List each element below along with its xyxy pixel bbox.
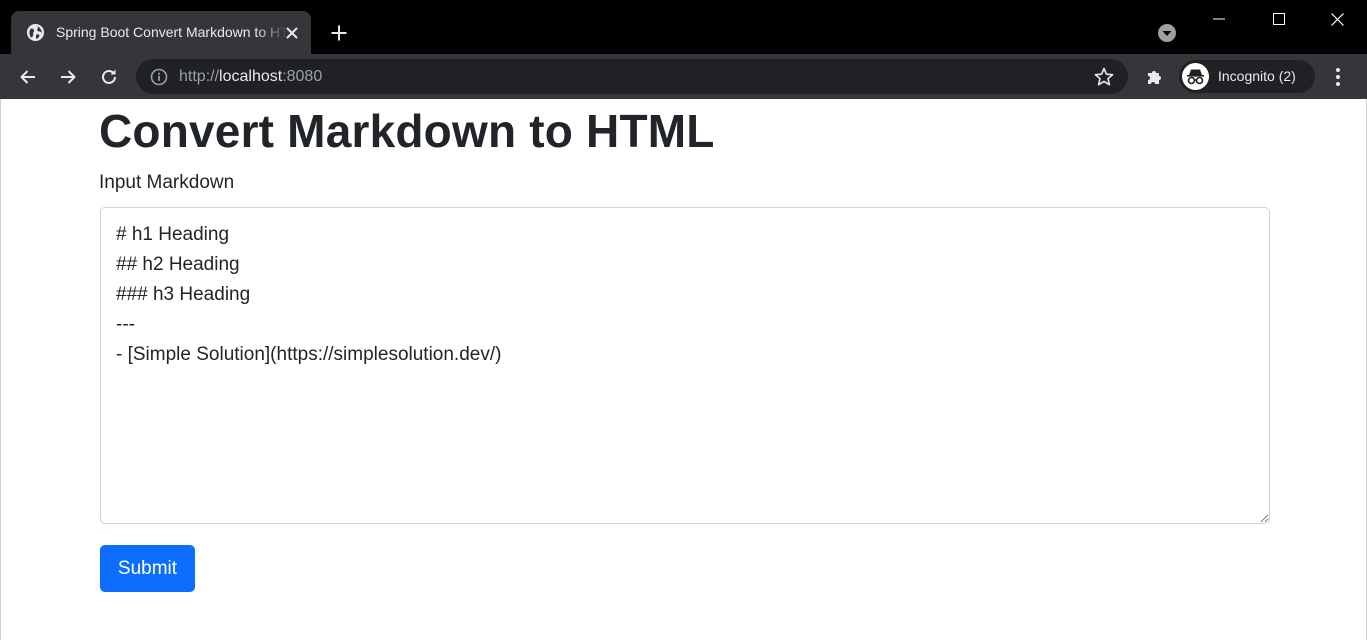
page-title: Convert Markdown to HTML xyxy=(99,105,715,157)
url-port: :8080 xyxy=(282,68,323,85)
puzzle-icon[interactable] xyxy=(1140,62,1170,92)
chevron-down-icon[interactable] xyxy=(1156,22,1178,44)
profile-button[interactable]: Incognito (2) xyxy=(1179,60,1315,93)
globe-icon xyxy=(26,23,45,42)
close-icon[interactable] xyxy=(282,23,302,43)
submit-button[interactable]: Submit xyxy=(100,545,195,592)
info-icon[interactable] xyxy=(150,68,168,86)
browser-titlebar: Spring Boot Convert Markdown to HTML xyxy=(0,0,1367,54)
address-bar[interactable]: http://localhost:8080 xyxy=(136,59,1128,94)
browser-toolbar: http://localhost:8080 Incognito (2) xyxy=(0,54,1367,99)
back-arrow-icon[interactable] xyxy=(13,62,43,92)
incognito-icon xyxy=(1182,63,1209,90)
browser-tab[interactable]: Spring Boot Convert Markdown to HTML xyxy=(11,11,311,54)
plus-icon[interactable] xyxy=(325,19,353,47)
kebab-menu-icon[interactable] xyxy=(1323,62,1353,92)
markdown-input[interactable]: # h1 Heading ## h2 Heading ### h3 Headin… xyxy=(100,207,1270,524)
profile-label: Incognito (2) xyxy=(1218,68,1296,84)
url-text: http://localhost:8080 xyxy=(179,59,322,94)
star-icon[interactable] xyxy=(1093,66,1115,88)
page-content: Convert Markdown to HTML Input Markdown … xyxy=(0,99,1367,640)
window-close-icon[interactable] xyxy=(1314,4,1360,34)
maximize-icon[interactable] xyxy=(1256,4,1302,34)
minimize-icon[interactable] xyxy=(1196,4,1242,34)
reload-icon[interactable] xyxy=(94,62,124,92)
tab-title: Spring Boot Convert Markdown to HTML xyxy=(56,24,288,40)
url-scheme: http:// xyxy=(179,68,220,85)
url-host: localhost xyxy=(219,68,283,85)
input-markdown-label: Input Markdown xyxy=(99,172,235,193)
forward-arrow-icon[interactable] xyxy=(53,62,83,92)
